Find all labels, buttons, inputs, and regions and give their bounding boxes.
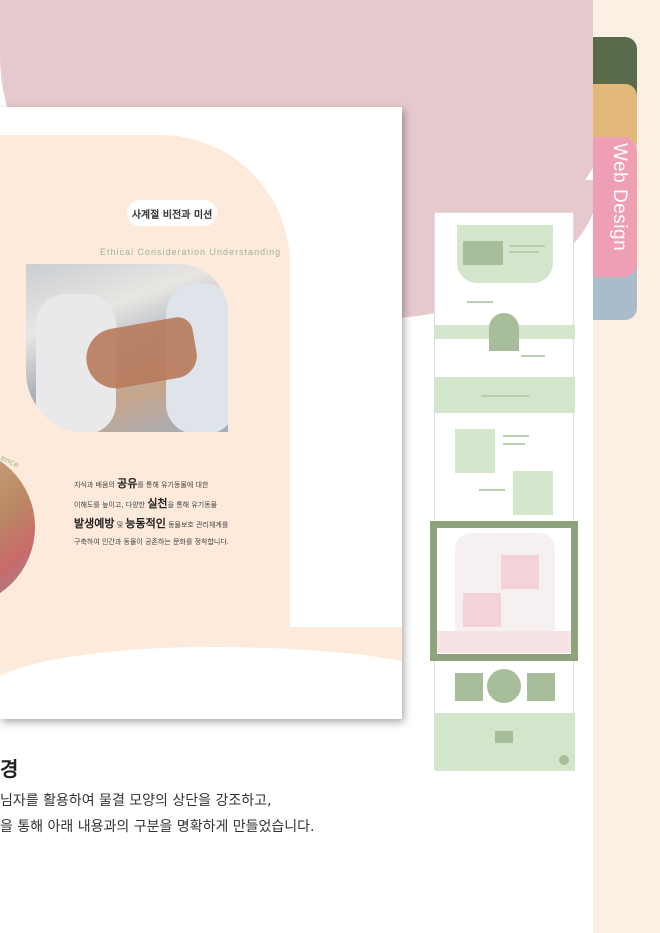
wire-line — [509, 251, 539, 253]
wire-line — [503, 435, 529, 437]
paragraph-line-3: 발생예방 및 능동적인 동물보호 관리체계를 — [74, 517, 229, 530]
wire-hero-image — [463, 241, 503, 265]
description-line-1: 님자를 활용하여 물결 모양의 상단을 강조하고, — [0, 793, 272, 809]
wire-arch — [489, 313, 519, 351]
section-heading: 경 — [0, 757, 19, 781]
wire-square — [455, 673, 483, 701]
wire-line — [481, 395, 529, 397]
wireframe-mockup — [434, 212, 575, 771]
wire-line — [521, 355, 545, 357]
wire-line — [479, 489, 505, 491]
wire-top-button — [559, 755, 569, 765]
wire-image — [455, 429, 495, 473]
curve-text: Ethical Consideration Understanding — [100, 247, 282, 257]
wire-circle — [487, 669, 521, 703]
side-tab-label: Web Design — [609, 143, 630, 252]
paragraph-line-4: 구축하여 인간과 동물이 공존하는 문화를 정착합니다. — [74, 538, 230, 546]
paragraph-line-1: 지식과 배움의 공유를 통해 유기동물에 대한 — [74, 477, 209, 490]
description-line-2: 을 통해 아래 내용과의 구분을 명확하게 만들었습니다. — [0, 819, 315, 835]
vision-mission-pill: 사계절 비전과 미션 — [127, 200, 217, 226]
team-hands-photo — [26, 264, 228, 432]
wire-line — [503, 443, 525, 445]
wave-shape — [0, 647, 402, 719]
wireframe-highlight-box — [430, 521, 578, 661]
design-preview-card: 사계절 비전과 미션 Ethical Consideration Underst… — [0, 107, 402, 719]
wire-line — [509, 245, 545, 247]
wire-image — [513, 471, 553, 515]
wire-square — [527, 673, 555, 701]
paragraph-line-2: 이해도를 높이고, 다양한 실천을 통해 유기동물 — [74, 497, 218, 510]
wire-footer-logo — [495, 731, 513, 743]
wire-line — [467, 301, 493, 303]
